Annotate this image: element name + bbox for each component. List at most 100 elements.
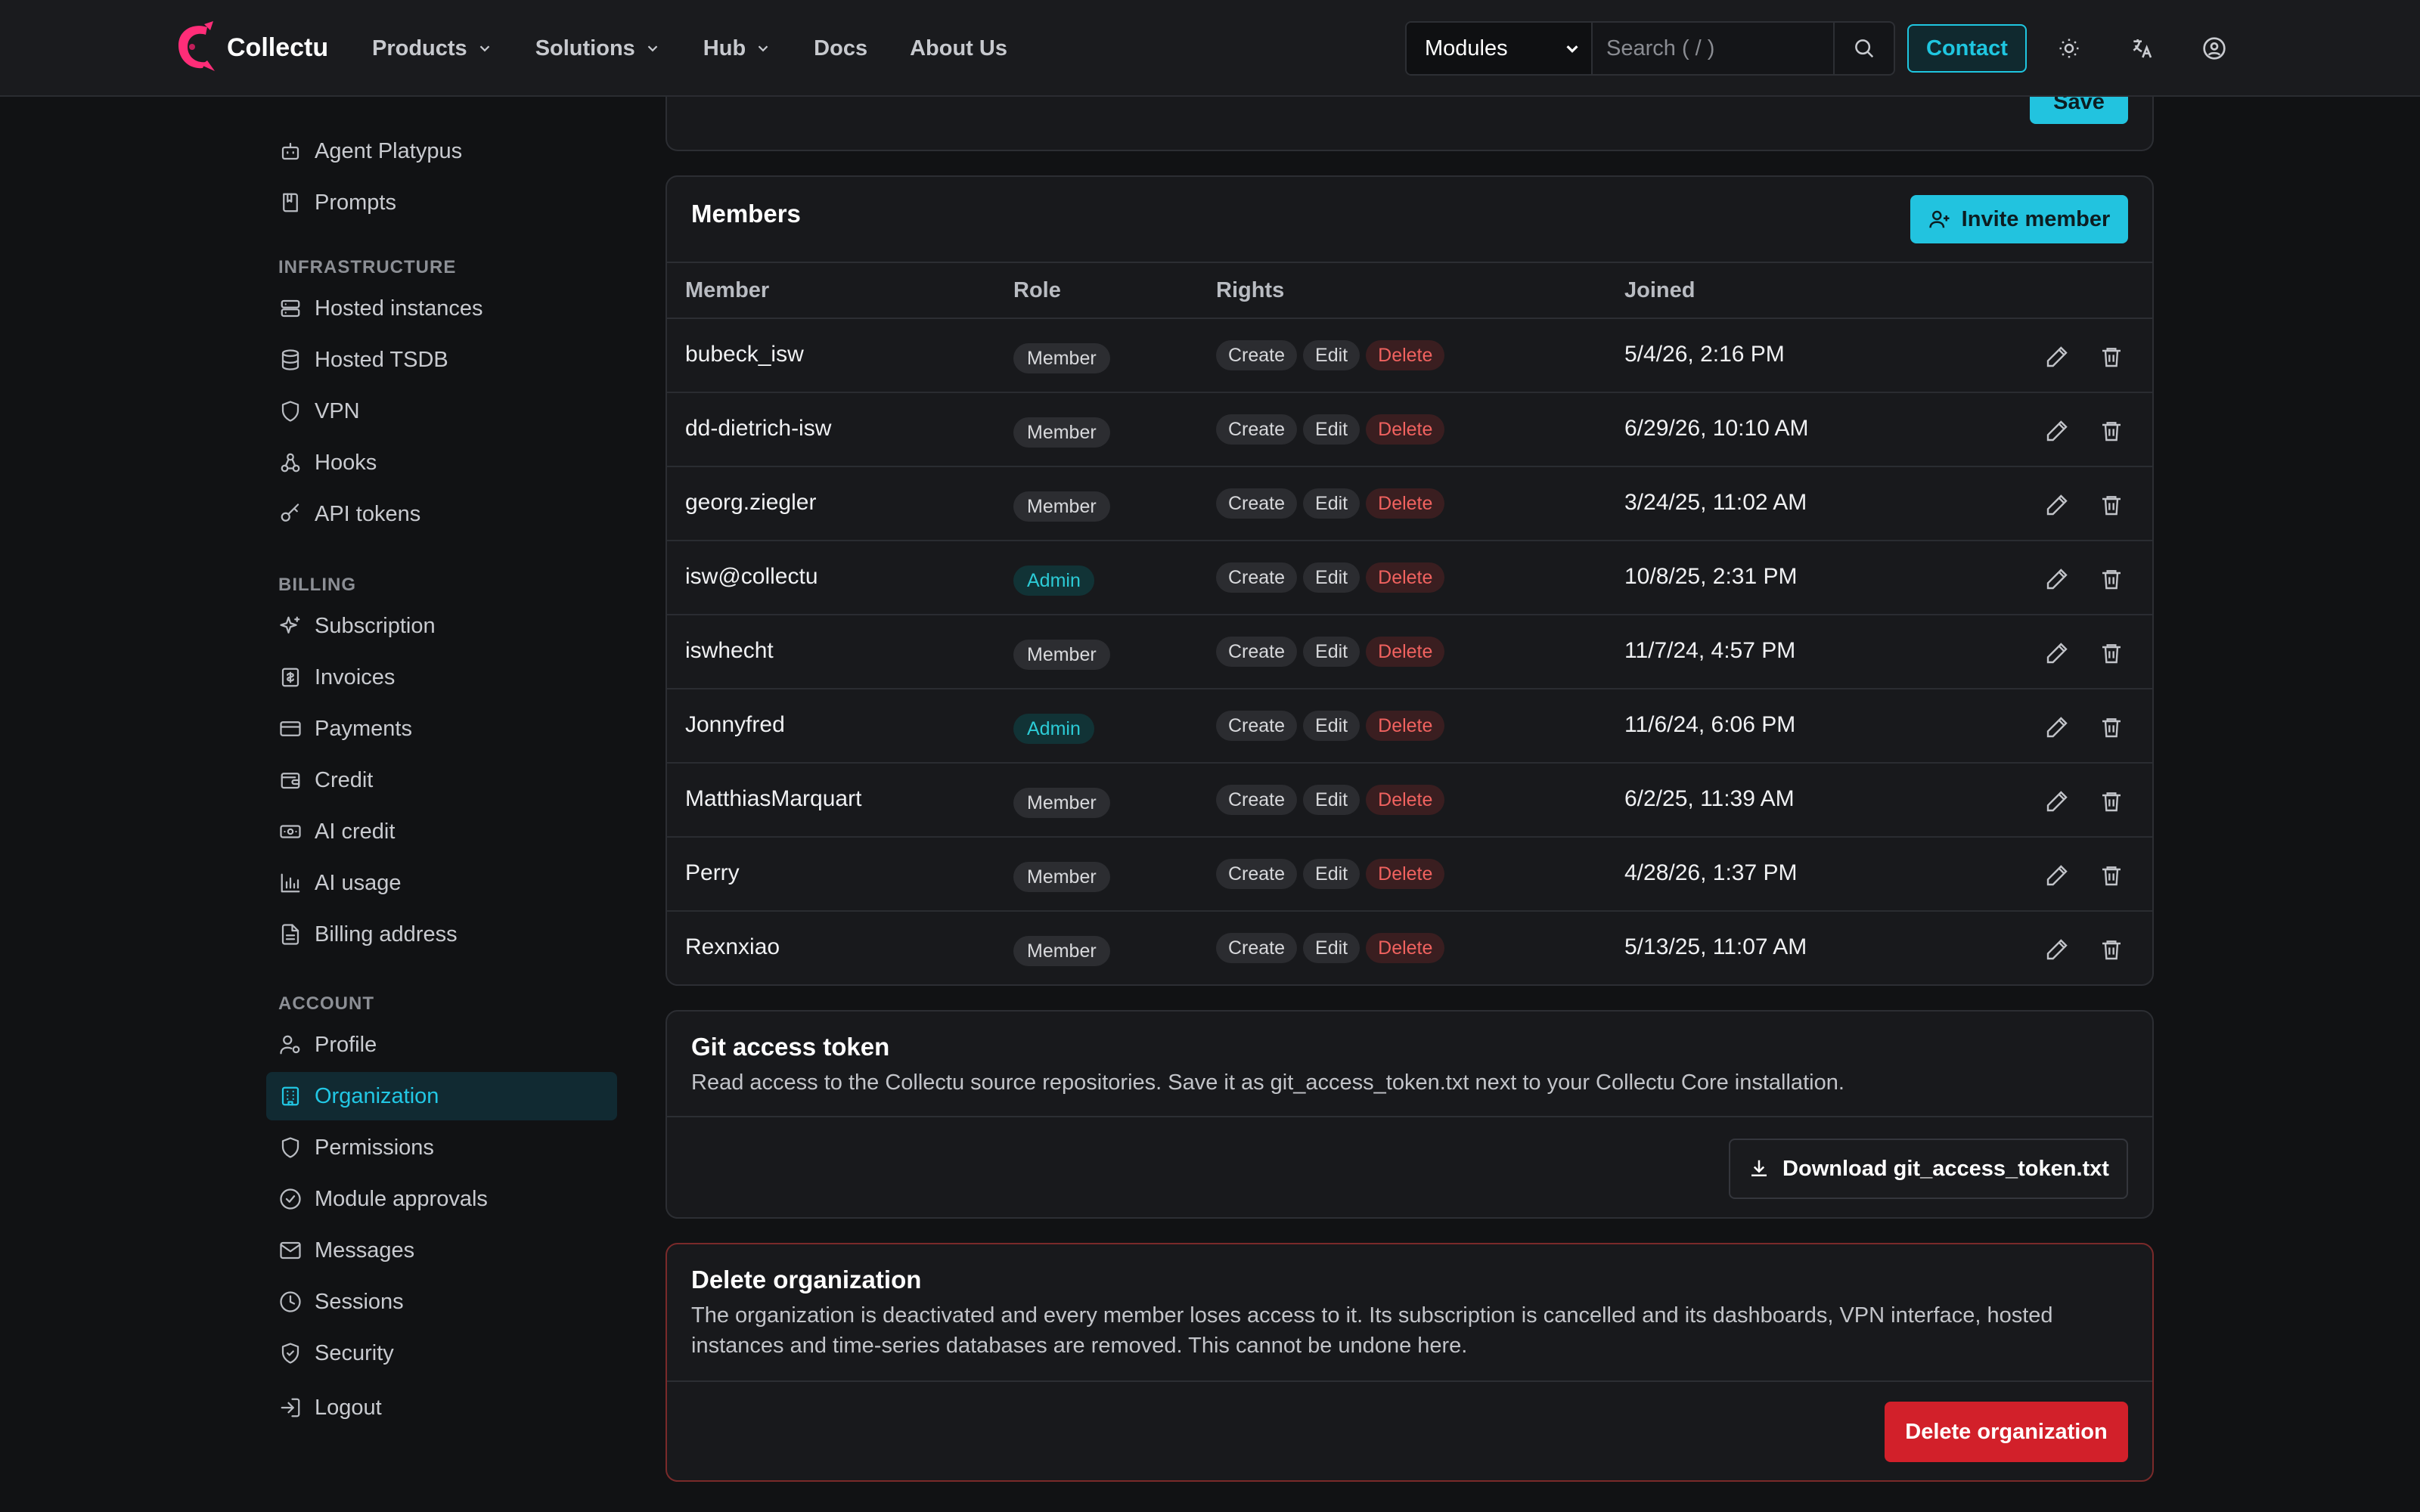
edit-member-button[interactable] <box>2042 564 2072 594</box>
module-select[interactable]: Modules <box>1407 23 1593 74</box>
invite-member-label: Invite member <box>1961 206 2111 231</box>
user-cog-icon <box>280 1035 300 1055</box>
theme-toggle-button[interactable] <box>2054 33 2084 64</box>
sidebar-item-hosted-tsdb[interactable]: Hosted TSDB <box>266 336 617 384</box>
edit-member-button[interactable] <box>2042 490 2072 520</box>
edit-member-button[interactable] <box>2042 712 2072 742</box>
trash-icon <box>2102 422 2121 442</box>
sidebar-item-label: AI credit <box>315 819 396 844</box>
sidebar-item-vpn[interactable]: VPN <box>266 387 617 435</box>
banknote-icon-wrapper <box>278 820 302 844</box>
sidebar-item-label: VPN <box>315 398 360 423</box>
logout-icon <box>281 1398 300 1418</box>
joined-date: 6/29/26, 10:10 AM <box>1624 416 1809 441</box>
sidebar-item-label: API tokens <box>315 501 421 526</box>
edit-member-button[interactable] <box>2042 638 2072 668</box>
sidebar-item-credit[interactable]: Credit <box>266 756 617 804</box>
edit-member-button[interactable] <box>2042 860 2072 891</box>
nav-item-hub[interactable]: Hub <box>703 36 771 61</box>
members-title: Members <box>691 200 801 228</box>
check-circle-icon <box>280 1188 301 1210</box>
delete-member-button[interactable] <box>2096 342 2127 372</box>
joined-date: 11/6/24, 6:06 PM <box>1624 712 1796 737</box>
right-edit-chip: Edit <box>1303 562 1360 593</box>
edit-member-button[interactable] <box>2042 416 2072 446</box>
nav-item-about-us[interactable]: About Us <box>910 36 1007 61</box>
invite-member-button[interactable]: Invite member <box>1910 195 2128 243</box>
edit-member-button[interactable] <box>2042 934 2072 965</box>
sidebar-item-ai-usage[interactable]: AI usage <box>266 859 617 907</box>
nav-item-products[interactable]: Products <box>372 36 493 61</box>
delete-member-button[interactable] <box>2096 934 2127 965</box>
role-badge: Member <box>1013 936 1110 966</box>
delete-member-button[interactable] <box>2096 860 2127 891</box>
delete-member-button[interactable] <box>2096 416 2127 446</box>
table-row: MatthiasMarquart Member Create Edit Delete 6/… <box>667 764 2152 838</box>
delete-member-button[interactable] <box>2096 638 2127 668</box>
sidebar-item-hosted-instances[interactable]: Hosted instances <box>266 284 617 333</box>
search-input[interactable] <box>1593 23 1833 74</box>
right-edit-chip: Edit <box>1303 933 1360 963</box>
git-token-description: Read access to the Collectu source repos… <box>691 1070 1844 1095</box>
delete-member-button[interactable] <box>2096 712 2127 742</box>
sidebar-item-profile[interactable]: Profile <box>266 1021 617 1069</box>
sidebar-item-label: Hosted TSDB <box>315 347 448 372</box>
sidebar-item-permissions[interactable]: Permissions <box>266 1123 617 1172</box>
table-row: isw@collectu Admin Create Edit Delete 10/8/25… <box>667 541 2152 615</box>
pencil-icon <box>2046 346 2068 367</box>
sidebar-item-api-tokens[interactable]: API tokens <box>266 490 617 538</box>
sidebar-item-invoices[interactable]: Invoices <box>266 653 617 702</box>
download-token-button[interactable]: Download git_access_token.txt <box>1729 1139 2128 1199</box>
trash-icon <box>2102 940 2121 960</box>
logo[interactable]: Collectu <box>172 21 328 74</box>
nav-item-docs[interactable]: Docs <box>814 36 867 61</box>
shield-icon-wrapper <box>278 1136 302 1160</box>
right-create-chip: Create <box>1216 414 1298 445</box>
sidebar-item-label: AI usage <box>315 870 402 895</box>
delete-member-button[interactable] <box>2096 564 2127 594</box>
right-create-chip: Create <box>1216 711 1298 741</box>
sidebar-item-agent-platypus[interactable]: Agent Platypus <box>266 127 617 175</box>
delete-member-button[interactable] <box>2096 786 2127 816</box>
right-create-chip: Create <box>1216 933 1298 963</box>
sidebar-item-messages[interactable]: Messages <box>266 1226 617 1275</box>
right-edit-chip: Edit <box>1303 488 1360 519</box>
delete-member-button[interactable] <box>2096 490 2127 520</box>
sidebar-item-subscription[interactable]: Subscription <box>266 602 617 650</box>
member-name: georg.ziegler <box>685 490 817 515</box>
nav-item-solutions[interactable]: Solutions <box>535 36 661 61</box>
right-edit-chip: Edit <box>1303 637 1360 667</box>
sidebar-item-module-approvals[interactable]: Module approvals <box>266 1175 617 1223</box>
sidebar-item-label: Credit <box>315 767 374 792</box>
rights-group: Create Edit Delete <box>1216 488 1450 519</box>
sidebar-item-prompts[interactable]: Prompts <box>266 178 617 227</box>
chevron-down-icon <box>1566 45 1578 53</box>
sidebar-item-payments[interactable]: Payments <box>266 705 617 753</box>
sidebar-item-label: Agent Platypus <box>315 138 463 163</box>
pencil-icon <box>2046 717 2068 738</box>
edit-member-button[interactable] <box>2042 786 2072 816</box>
rights-group: Create Edit Delete <box>1216 562 1450 593</box>
account-button[interactable] <box>2199 33 2229 64</box>
webhook-icon-wrapper <box>278 451 302 475</box>
sidebar-item-sessions[interactable]: Sessions <box>266 1278 617 1326</box>
sidebar-item-billing-address[interactable]: Billing address <box>266 910 617 959</box>
trash-icon <box>2102 644 2121 664</box>
language-button[interactable] <box>2127 33 2157 64</box>
nav-item-label: About Us <box>910 36 1007 60</box>
contact-button[interactable]: Contact <box>1907 24 2027 73</box>
sidebar-item-organization[interactable]: Organization <box>266 1072 617 1120</box>
sidebar-item-ai-credit[interactable]: AI credit <box>266 807 617 856</box>
file-text-icon-wrapper <box>278 922 302 947</box>
right-create-chip: Create <box>1216 488 1298 519</box>
sidebar-item-logout[interactable]: Logout <box>266 1383 617 1432</box>
sidebar-item-security[interactable]: Security <box>266 1329 617 1377</box>
table-row: georg.ziegler Member Create Edit Delete 3/24/… <box>667 467 2152 541</box>
sidebar-item-hooks[interactable]: Hooks <box>266 438 617 487</box>
search-button[interactable] <box>1833 23 1894 74</box>
delete-organization-button[interactable]: Delete organization <box>1885 1402 2128 1462</box>
edit-member-button[interactable] <box>2042 342 2072 372</box>
sparkles-icon <box>280 616 300 634</box>
role-badge: Member <box>1013 417 1110 448</box>
search-icon <box>1855 39 1874 58</box>
